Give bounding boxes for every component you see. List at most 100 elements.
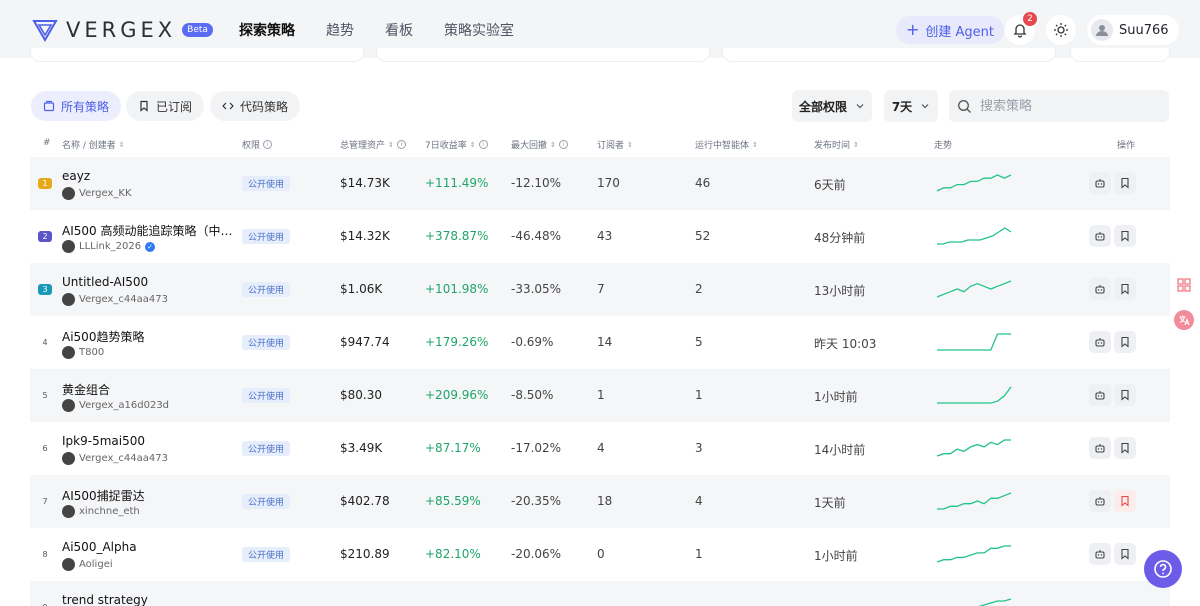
plus-icon: + — [906, 20, 920, 39]
nav-dashboard[interactable]: 看板 — [385, 20, 413, 40]
user-menu[interactable]: Suu766 — [1087, 15, 1179, 45]
creator[interactable]: Vergex_a16d023d — [62, 399, 169, 412]
table-row[interactable]: 5 黄金组合 Vergex_a16d023d 公开使用 $80.30 +209.96% -8… — [30, 369, 1170, 422]
creator[interactable]: Vergex_c44aa473 — [62, 293, 168, 306]
strategy-name[interactable]: AI500 高频动能追踪策略（中风险… — [62, 222, 240, 239]
return-value: +378.87% — [425, 229, 489, 243]
creator[interactable]: Aoligei — [62, 558, 113, 571]
copy-agent-button[interactable] — [1089, 278, 1111, 300]
search-box[interactable] — [949, 90, 1169, 122]
info-icon[interactable]: i — [396, 140, 406, 149]
copy-agent-button[interactable] — [1089, 225, 1111, 247]
permission-dropdown-value: 全部权限 — [798, 99, 847, 114]
published-time: 6天前 — [814, 178, 846, 192]
header-drawdown[interactable]: 最大回撤 ⇕ i — [511, 138, 568, 151]
search-input[interactable] — [980, 98, 1150, 114]
permission-badge: 公开使用 — [242, 335, 291, 350]
creator[interactable]: LLLink_2026 ✓ — [62, 240, 156, 253]
help-button[interactable] — [1144, 550, 1182, 588]
table-row[interactable]: 9 trend strategy — [30, 581, 1170, 606]
creator[interactable]: Vergex_c44aa473 — [62, 452, 168, 465]
subscribe-button[interactable] — [1114, 172, 1136, 194]
rank-badge: 1 — [38, 178, 52, 189]
info-icon[interactable]: i — [263, 140, 273, 149]
header-name[interactable]: 名称 / 创建者 ⇕ — [62, 138, 125, 152]
trend-sparkline — [937, 386, 1012, 404]
info-icon[interactable]: i — [558, 140, 568, 149]
header-published[interactable]: 发布时间 ⇕ — [814, 138, 859, 152]
strategy-name[interactable]: Ai500趋势策略 — [62, 328, 144, 345]
subscribe-button[interactable] — [1114, 543, 1136, 565]
copy-agent-button[interactable] — [1089, 490, 1111, 512]
bookmark-icon — [1121, 177, 1129, 189]
avatar — [1091, 19, 1113, 41]
subscribe-button[interactable] — [1114, 331, 1136, 353]
header-agents[interactable]: 运行中智能体 ⇕ — [695, 138, 758, 152]
agents-value: 5 — [695, 335, 703, 349]
copy-agent-button[interactable] — [1089, 384, 1111, 406]
subscribe-button[interactable] — [1114, 384, 1136, 406]
permission-badge: 公开使用 — [242, 547, 291, 562]
copy-agent-button[interactable] — [1089, 172, 1111, 194]
table-row[interactable]: 2 AI500 高频动能追踪策略（中风险… LLLink_2026 ✓ 公开使用 $14.… — [30, 210, 1170, 263]
nav-strategy-lab[interactable]: 策略实验室 — [444, 20, 514, 40]
header-return[interactable]: 7日收益率 ⇕ i — [425, 138, 488, 151]
drawdown-value: -17.02% — [511, 441, 562, 455]
subscribe-button[interactable] — [1114, 490, 1136, 512]
strategy-name[interactable]: eayz — [62, 169, 90, 183]
nav-explore[interactable]: 探索策略 — [239, 20, 295, 40]
creator[interactable]: Vergex_KK — [62, 187, 132, 200]
subscribe-button[interactable] — [1114, 278, 1136, 300]
table-row[interactable]: 3 Untitled-AI500 Vergex_c44aa473 公开使用 $1.06K… — [30, 263, 1170, 316]
strategy-name[interactable]: 黄金组合 — [62, 381, 110, 398]
creator[interactable]: T800 — [62, 346, 104, 359]
strategy-name[interactable]: trend strategy — [62, 593, 148, 606]
creator-name: Vergex_KK — [79, 188, 132, 199]
strategy-name[interactable]: Ai500_Alpha — [62, 540, 137, 554]
side-translate-button[interactable] — [1174, 310, 1194, 330]
copy-agent-button[interactable] — [1089, 331, 1111, 353]
robot-icon — [1095, 232, 1105, 241]
create-agent-button[interactable]: + 创建 Agent — [896, 16, 1005, 44]
rank-badge: 8 — [42, 550, 48, 559]
rank-badge: 9 — [38, 602, 52, 606]
nav-trends[interactable]: 趋势 — [326, 20, 354, 40]
published-time: 1小时前 — [814, 549, 858, 563]
strategy-name[interactable]: Untitled-AI500 — [62, 275, 148, 289]
aum-value: $1.06K — [340, 282, 383, 296]
strategy-name[interactable]: Ipk9-5mai500 — [62, 434, 145, 448]
tab-code-strategies[interactable]: 代码策略 — [210, 91, 301, 121]
trend-sparkline — [936, 174, 1012, 192]
permission-badge: 公开使用 — [242, 229, 291, 244]
table-row[interactable]: 1 eayz Vergex_KK 公开使用 $14.73K +111.49% -12.10%… — [30, 157, 1170, 210]
subscribe-button[interactable] — [1114, 437, 1136, 459]
side-grid-button[interactable] — [1174, 275, 1194, 295]
creator[interactable]: xinchne_eth — [62, 505, 140, 518]
tab-all-strategies[interactable]: 所有策略 — [31, 91, 122, 121]
return-value: +82.10% — [425, 547, 481, 561]
copy-agent-button[interactable] — [1089, 437, 1111, 459]
table-row[interactable]: 8 Ai500_Alpha Aoligei 公开使用 $210.89 +82.10% -20… — [30, 528, 1170, 581]
tab-subscribed[interactable]: 已订阅 — [126, 91, 205, 121]
published-time: 1天前 — [814, 496, 846, 510]
copy-agent-button[interactable] — [1089, 543, 1111, 565]
rank-badge: 7 — [42, 497, 48, 506]
subscribe-button[interactable] — [1114, 225, 1136, 247]
table-header: # 名称 / 创建者 ⇕ 权限 i 总管理资产 ⇕ i 7日收益率 ⇕ i 最大回撤 ⇕ i 订… — [30, 132, 1170, 156]
strategy-name[interactable]: AI500捕捉雷达 — [62, 487, 145, 504]
creator-name: Vergex_c44aa473 — [79, 294, 168, 305]
table-row[interactable]: 6 Ipk9-5mai500 Vergex_c44aa473 公开使用 $3.49K +8… — [30, 422, 1170, 475]
brand-logo[interactable]: VERGEX Beta — [32, 17, 213, 43]
period-dropdown[interactable]: 7天 — [884, 90, 938, 122]
permission-dropdown[interactable]: 全部权限 — [792, 90, 872, 122]
translate-icon — [1179, 315, 1190, 326]
logo-text: VERGEX — [66, 18, 177, 42]
user-avatar-icon — [1096, 25, 1108, 36]
theme-toggle-button[interactable] — [1046, 15, 1076, 45]
header-subscribers[interactable]: 订阅者 ⇕ — [597, 138, 633, 152]
table-row[interactable]: 7 AI500捕捉雷达 xinchne_eth 公开使用 $402.78 +85.59% -… — [30, 475, 1170, 528]
agents-value: 2 — [695, 282, 703, 296]
table-row[interactable]: 4 Ai500趋势策略 T800 公开使用 $947.74 +179.26% -0.69% 1… — [30, 316, 1170, 369]
header-aum[interactable]: 总管理资产 ⇕ i — [340, 138, 406, 151]
info-icon[interactable]: i — [478, 140, 488, 149]
